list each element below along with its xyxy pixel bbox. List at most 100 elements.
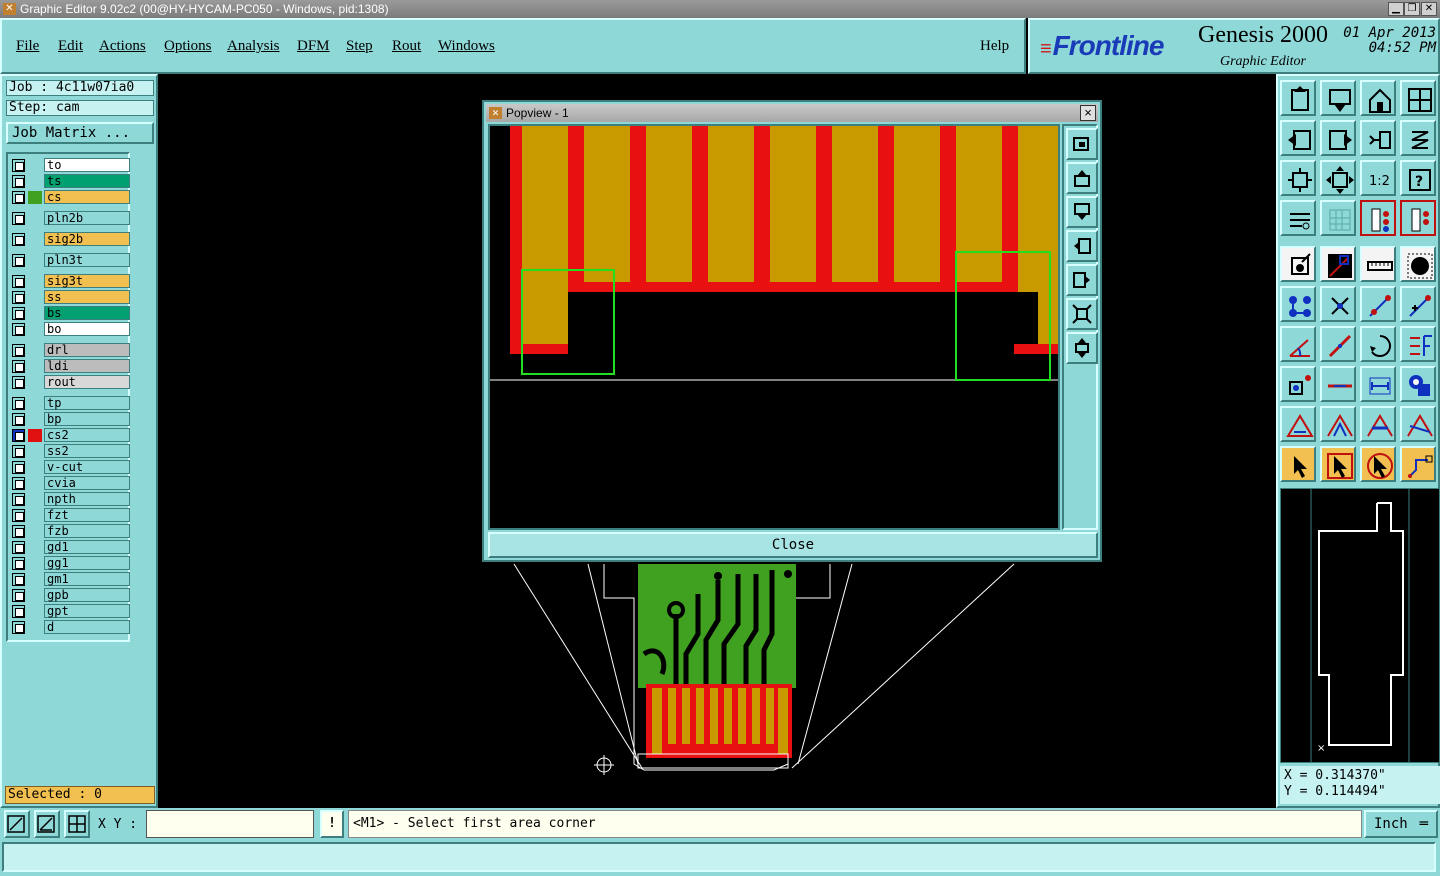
dimension-icon[interactable] (1360, 366, 1396, 402)
layer-checkbox[interactable] (12, 525, 25, 538)
layer-name[interactable]: cs2 (44, 428, 130, 442)
job-matrix-button[interactable]: Job Matrix ... (6, 122, 154, 144)
layer-name[interactable]: gpb (44, 588, 130, 602)
zoom-home-icon[interactable] (1280, 80, 1316, 116)
layer-checkbox[interactable] (12, 445, 25, 458)
layer-row-gpt[interactable]: gpt (10, 604, 130, 618)
layer-checkbox[interactable] (12, 493, 25, 506)
pv-zoom-out-icon[interactable] (1066, 332, 1098, 364)
net-icon[interactable] (1280, 286, 1316, 322)
snap-corner-icon[interactable] (4, 810, 30, 838)
layer-checkbox[interactable] (12, 159, 25, 172)
layer-checkbox[interactable] (12, 254, 25, 267)
layer-row-to[interactable]: to (10, 158, 130, 172)
pan-right-icon[interactable] (1320, 120, 1356, 156)
layer-row-bs[interactable]: bs (10, 306, 130, 320)
layer-name[interactable]: gpt (44, 604, 130, 618)
layer-row-gm1[interactable]: gm1 (10, 572, 130, 586)
layer-name[interactable]: cs (44, 190, 130, 204)
layer-checkbox[interactable] (12, 307, 25, 320)
pv-pan-left-icon[interactable] (1066, 230, 1098, 262)
layer-checkbox[interactable] (12, 275, 25, 288)
layer-row-gd1[interactable]: gd1 (10, 540, 130, 554)
layer-checkbox[interactable] (12, 413, 25, 426)
layer-row-drl[interactable]: drl (10, 343, 130, 357)
layer-name[interactable]: d (44, 620, 130, 634)
layer-row-sig2b[interactable]: sig2b (10, 232, 130, 246)
exclamation-button[interactable]: ! (320, 810, 344, 838)
layer-checkbox[interactable] (12, 477, 25, 490)
layer-checkbox[interactable] (12, 175, 25, 188)
layer-name[interactable]: rout (44, 375, 130, 389)
layer-row-pln2b[interactable]: pln2b (10, 211, 130, 225)
pv-fit-icon[interactable] (1066, 298, 1098, 330)
layer-name[interactable]: tp (44, 396, 130, 410)
pv-pan-right-icon[interactable] (1066, 264, 1098, 296)
maximize-button[interactable]: ❐ (1404, 2, 1420, 16)
layer-row-bp[interactable]: bp (10, 412, 130, 426)
snap-red-icon[interactable] (1400, 200, 1436, 236)
layer-checkbox[interactable] (12, 360, 25, 373)
measure-icon[interactable] (1320, 246, 1356, 282)
layer-name[interactable]: bo (44, 322, 130, 336)
split-view-icon[interactable] (1400, 80, 1436, 116)
help-icon[interactable]: ? (1400, 160, 1436, 196)
snap-grid-icon[interactable] (64, 810, 90, 838)
layer-row-fzb[interactable]: fzb (10, 524, 130, 538)
horizontal-line-icon[interactable] (1320, 366, 1356, 402)
layer-checkbox[interactable] (12, 233, 25, 246)
menu-windows[interactable]: Windows (438, 38, 495, 55)
pv-zoom-window-icon[interactable] (1066, 128, 1098, 160)
delete-icon[interactable] (1320, 286, 1356, 322)
unit-selector[interactable]: Inch ═ (1364, 810, 1438, 838)
ruler-icon[interactable] (1360, 246, 1396, 282)
line-icon[interactable] (1320, 326, 1356, 362)
arc-icon[interactable] (1360, 326, 1396, 362)
layer-row-ldi[interactable]: ldi (10, 359, 130, 373)
menu-step[interactable]: Step (346, 38, 373, 55)
layer-name[interactable]: npth (44, 492, 130, 506)
zoom-1-0-icon[interactable] (1360, 120, 1396, 156)
pv-pan-up-icon[interactable] (1066, 162, 1098, 194)
popview-canvas[interactable] (488, 124, 1060, 530)
layer-row-ss2[interactable]: ss2 (10, 444, 130, 458)
layer-checkbox[interactable] (12, 605, 25, 618)
layer-row-rout[interactable]: rout (10, 375, 130, 389)
layer-name[interactable]: bp (44, 412, 130, 426)
layer-name[interactable]: sig3t (44, 274, 130, 288)
properties-icon[interactable] (1280, 200, 1316, 236)
layer-row-sig3t[interactable]: sig3t (10, 274, 130, 288)
grid-icon[interactable] (1320, 200, 1356, 236)
s-curve-icon[interactable] (1400, 120, 1436, 156)
xy-input[interactable] (146, 810, 314, 838)
layer-row-cs2[interactable]: cs2 (10, 428, 130, 442)
feature-info-icon[interactable] (1280, 246, 1316, 282)
layer-row-fzt[interactable]: fzt (10, 508, 130, 522)
zoom-fit-icon[interactable] (1320, 80, 1356, 116)
menu-file[interactable]: File (16, 38, 39, 55)
layer-row-tp[interactable]: tp (10, 396, 130, 410)
shapes-icon[interactable] (1400, 366, 1436, 402)
layer-name[interactable]: gd1 (44, 540, 130, 554)
angle-icon[interactable] (1280, 326, 1316, 362)
menu-dfm[interactable]: DFM (297, 38, 330, 55)
mini-map[interactable]: × (1280, 488, 1440, 763)
layer-checkbox[interactable] (12, 589, 25, 602)
layer-checkbox[interactable] (12, 397, 25, 410)
route-icon[interactable] (1400, 446, 1436, 482)
home-icon[interactable] (1360, 80, 1396, 116)
move-point-icon[interactable] (1360, 286, 1396, 322)
layer-row-ts[interactable]: ts (10, 174, 130, 188)
layer-name[interactable]: bs (44, 306, 130, 320)
layer-row-gg1[interactable]: gg1 (10, 556, 130, 570)
menu-help[interactable]: Help (980, 38, 1009, 55)
layer-name[interactable]: ts (44, 174, 130, 188)
layer-name[interactable]: pln3t (44, 253, 130, 267)
add-point-icon[interactable] (1400, 286, 1436, 322)
layer-name[interactable]: ldi (44, 359, 130, 373)
layer-row-d[interactable]: d (10, 620, 130, 634)
pad-icon[interactable] (1400, 246, 1436, 282)
layer-name[interactable]: gm1 (44, 572, 130, 586)
triangle-select-icon[interactable] (1320, 406, 1356, 442)
layer-row-cs[interactable]: cs (10, 190, 130, 204)
